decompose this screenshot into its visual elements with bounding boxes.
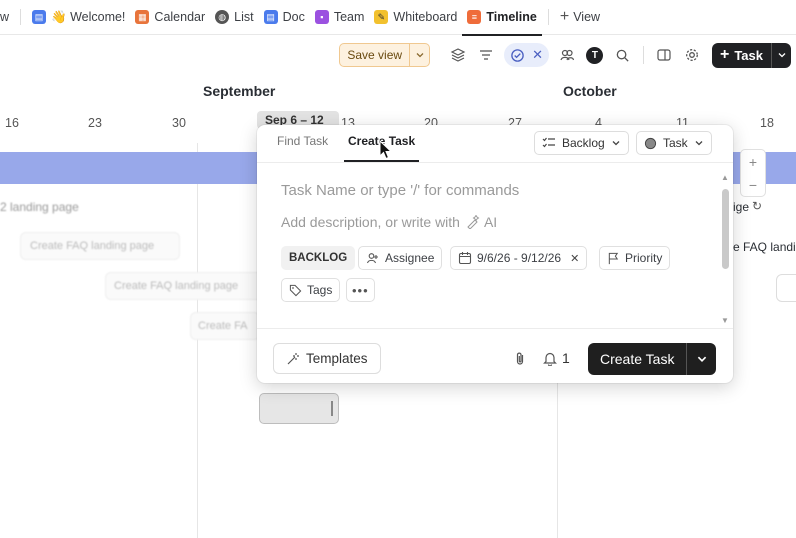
popup-header: Find Task Create Task Backlog Task	[257, 125, 733, 163]
magic-wand-icon	[287, 352, 299, 364]
day-label: 30	[172, 116, 186, 130]
create-task-button[interactable]: Create Task	[588, 343, 717, 375]
clear-dates-icon[interactable]: ✕	[570, 252, 579, 265]
view-tabs-bar: w ▤ 👋 Welcome! ▦ Calendar ◍ List ▤ Doc ▪…	[0, 0, 796, 36]
paperclip-icon[interactable]	[513, 351, 527, 370]
sidebar-toggle-icon[interactable]	[651, 42, 677, 68]
status-chip[interactable]: BACKLOG	[281, 246, 356, 270]
tab-divider	[547, 9, 549, 25]
mouse-cursor-icon	[379, 139, 393, 163]
tab-overview[interactable]: w	[0, 0, 14, 35]
task-type-icon	[644, 137, 657, 149]
closed-tasks-filter[interactable]: ✕	[504, 43, 549, 67]
ai-write-button[interactable]: AI	[466, 214, 497, 230]
priority-chip[interactable]: Priority	[599, 246, 671, 270]
chevron-down-icon[interactable]	[686, 343, 716, 375]
tab-team[interactable]: ▪ Team	[310, 0, 370, 35]
timeline-item-label: Create FAQ landing page	[114, 280, 239, 292]
assignee-icon	[366, 253, 378, 264]
add-view-button[interactable]: + View	[555, 0, 605, 35]
list-select[interactable]: Backlog	[534, 131, 629, 155]
gear-icon[interactable]	[679, 42, 705, 68]
chevron-down-icon	[612, 141, 620, 146]
tab-welcome[interactable]: ▤ 👋 Welcome!	[27, 0, 130, 35]
assignees-icon[interactable]	[554, 42, 580, 68]
plus-icon: +	[719, 46, 730, 63]
month-label: September	[203, 83, 276, 99]
tab-list[interactable]: ◍ List	[210, 0, 258, 35]
zoom-in-icon[interactable]: +	[749, 154, 757, 170]
tag-icon	[289, 284, 302, 296]
month-label: October	[563, 83, 617, 99]
timeline-item-label: 2 landing page	[0, 200, 79, 214]
chevron-down-icon[interactable]	[771, 42, 791, 68]
tab-timeline[interactable]: ≡ Timeline	[462, 0, 543, 36]
dates-chip[interactable]: 9/6/26 - 9/12/26 ✕	[450, 246, 588, 270]
popup-footer: Templates 1 Create Task	[257, 328, 733, 383]
new-task-placeholder-bar[interactable]	[259, 393, 339, 424]
tab-find-task[interactable]: Find Task	[277, 134, 328, 148]
day-label: 16	[5, 116, 19, 130]
whiteboard-icon: ✎	[374, 10, 389, 24]
task-description-input[interactable]: Add description, or write with AI	[281, 214, 497, 230]
tab-divider	[20, 9, 22, 25]
view-toolbar: Save view ✕ T + Task	[339, 42, 796, 68]
timeline-item-label: Create FAQ landing page	[30, 240, 155, 252]
calendar-icon	[458, 252, 472, 265]
chevron-down-icon[interactable]	[409, 44, 429, 66]
bell-icon	[543, 352, 557, 366]
assignee-chip[interactable]: Assignee	[358, 246, 443, 270]
doc-icon: ▤	[32, 10, 47, 24]
layers-icon[interactable]	[445, 42, 471, 68]
more-icon: •••	[352, 282, 369, 298]
chevron-down-icon	[695, 141, 703, 146]
task-name-input[interactable]: Task Name or type '/' for commands	[281, 182, 519, 199]
globe-icon: ◍	[215, 10, 230, 24]
me-avatar[interactable]: T	[582, 42, 608, 68]
timeline-bar[interactable]	[776, 274, 796, 302]
zoom-controls: + −	[740, 149, 766, 197]
doc-icon: ▤	[263, 10, 278, 24]
scroll-down-icon[interactable]: ▼	[721, 316, 729, 325]
check-circle-icon	[511, 48, 524, 62]
save-view-button[interactable]: Save view	[339, 43, 431, 67]
day-label: 18	[760, 116, 774, 130]
add-task-button[interactable]: + Task	[711, 42, 791, 68]
search-icon[interactable]	[610, 42, 636, 68]
plus-icon: +	[559, 8, 570, 25]
notify-button[interactable]: 1	[543, 350, 570, 366]
checklist-icon	[542, 137, 555, 148]
tab-calendar[interactable]: ▦ Calendar	[130, 0, 210, 35]
close-icon[interactable]: ✕	[532, 47, 543, 63]
avatar: T	[586, 46, 604, 64]
timeline-item-label: e FAQ landi	[733, 240, 796, 254]
filter-icon[interactable]	[473, 42, 499, 68]
month-divider	[197, 143, 198, 538]
team-icon: ▪	[314, 10, 329, 24]
timeline-item-label: ige	[733, 200, 750, 214]
recurring-icon: ↻	[752, 199, 763, 213]
tags-chip[interactable]: Tags	[281, 278, 341, 302]
toolbar-divider	[642, 46, 644, 64]
timeline-icon: ≡	[467, 10, 482, 24]
tab-whiteboard[interactable]: ✎ Whiteboard	[369, 0, 462, 35]
timeline-item-label: Create FA	[198, 320, 248, 332]
sparkle-pen-icon	[467, 215, 480, 229]
scrollbar-thumb[interactable]	[722, 189, 729, 269]
day-label: 23	[88, 116, 102, 130]
create-task-popup: Find Task Create Task Backlog Task Task …	[257, 125, 733, 383]
tab-doc[interactable]: ▤ Doc	[259, 0, 310, 35]
zoom-out-icon[interactable]: −	[749, 177, 757, 193]
flag-icon	[608, 252, 619, 264]
templates-button[interactable]: Templates	[273, 343, 381, 374]
scroll-up-icon[interactable]: ▲	[721, 173, 729, 182]
calendar-icon: ▦	[135, 10, 150, 24]
more-options-button[interactable]: •••	[346, 278, 375, 302]
task-type-select[interactable]: Task	[636, 131, 712, 155]
